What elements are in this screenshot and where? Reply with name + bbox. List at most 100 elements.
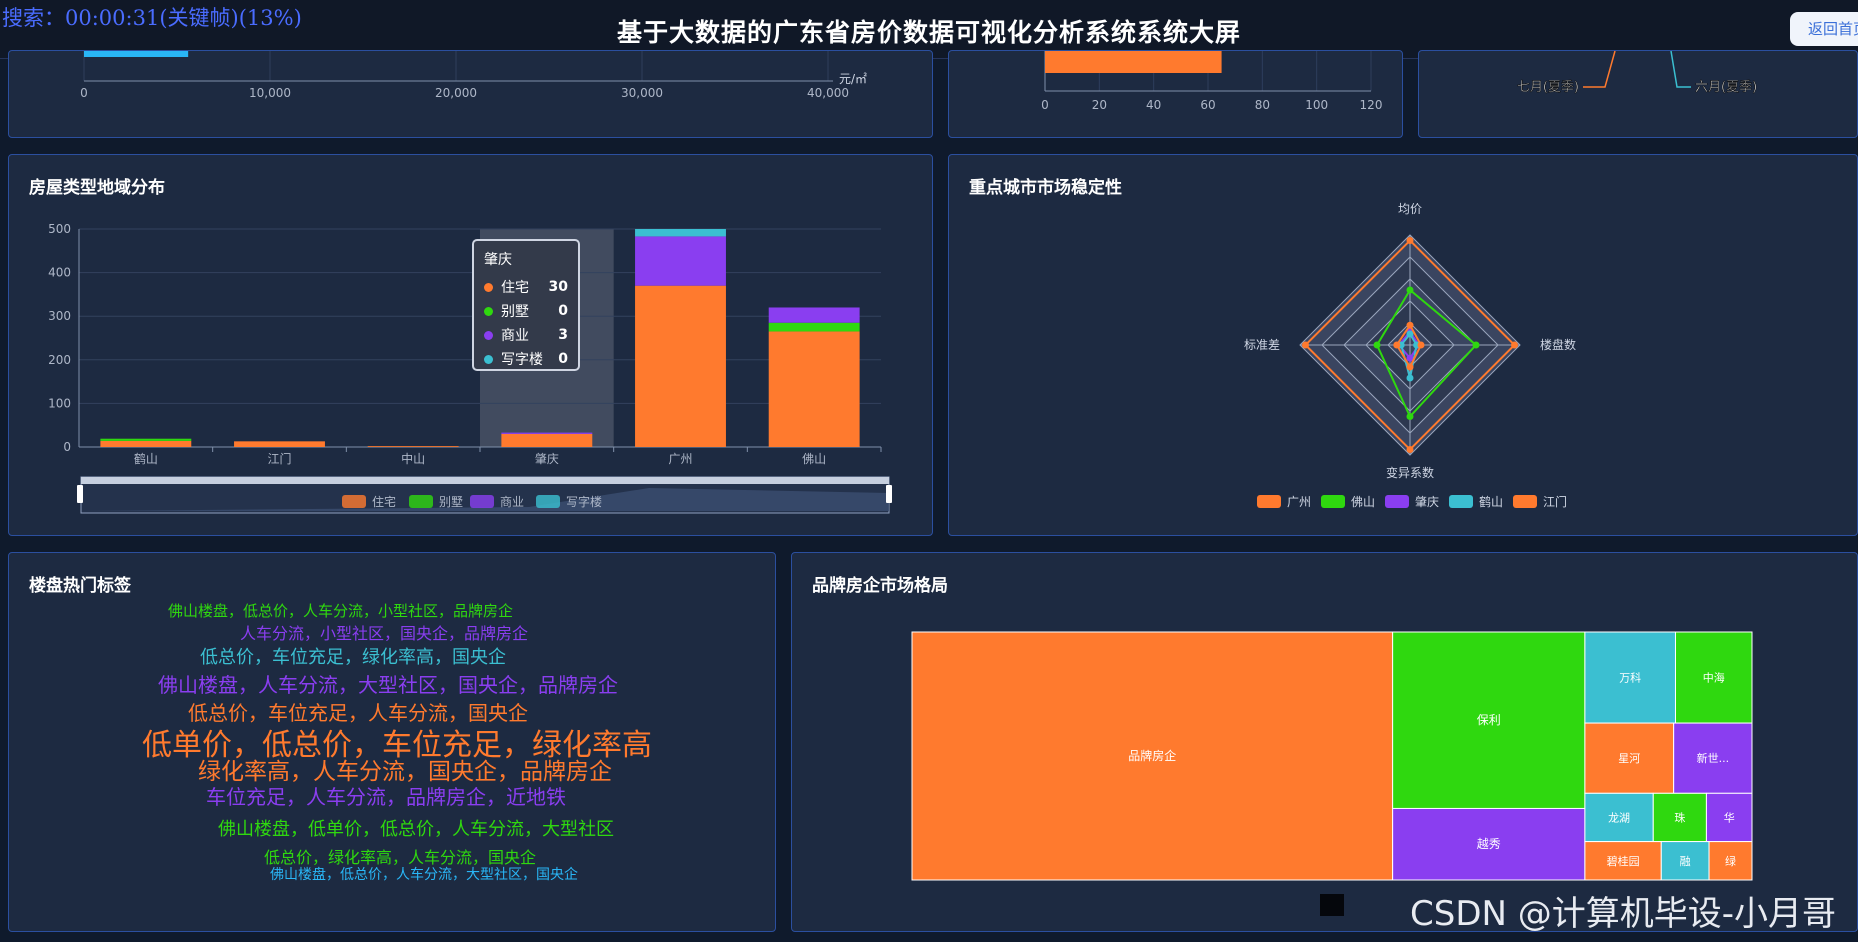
legend-swatch [409, 495, 433, 508]
x-tick-label: 120 [1360, 98, 1383, 112]
x-tick-label: 10,000 [249, 86, 291, 100]
tooltip-row-value: 0 [558, 351, 568, 367]
radar-indicator-label: 均价 [1398, 202, 1422, 216]
treemap-label: 龙湖 [1608, 811, 1630, 824]
x-tick-label: 0 [80, 86, 88, 100]
x-tick-label: 80 [1255, 98, 1270, 112]
radar-chart[interactable]: 均价楼盘数变异系数 标准差广州 佛山 肇庆 鹤山 江门 [949, 155, 1858, 536]
treemap-label: 碧桂园 [1607, 854, 1640, 868]
panel-title: 重点城市市场稳定性 [969, 178, 1122, 198]
tooltip-row: 写字楼 0 [484, 347, 568, 371]
panel-title: 房屋类型地域分布 [29, 178, 165, 198]
tooltip-row: 别墅 0 [484, 299, 568, 323]
legend-swatch [1321, 495, 1345, 508]
radar-point [1406, 321, 1414, 329]
tooltip-row-name: 别墅 [501, 304, 529, 320]
word-cloud-tag: 佛山楼盘，低单价，低总价，人车分流，大型社区 [218, 819, 614, 840]
tooltip-row: 商业 3 [484, 323, 568, 347]
stacked-bar-chart[interactable]: 0100200300400500鹤山 江门 中山 肇庆 广州 佛山住宅 别墅 商业 写字楼 [9, 155, 933, 536]
x-tick-label: 鹤山 [134, 451, 158, 466]
treemap-label: 星河 [1618, 752, 1640, 765]
radar-point [1417, 341, 1425, 349]
radar-point [1406, 413, 1414, 420]
bar-segment [635, 229, 726, 237]
legend-label: 商业 [500, 494, 524, 509]
bar-segment [635, 285, 726, 447]
tooltip-row-name: 商业 [501, 328, 529, 344]
top-mid-bar-chart: 0 20 40 60 80 100 120 [1041, 51, 1383, 112]
treemap-label: 中海 [1703, 671, 1725, 685]
legend-swatch [342, 495, 366, 508]
y-tick-label: 200 [48, 353, 71, 367]
tooltip-row-value: 30 [548, 279, 568, 295]
treemap-chart[interactable]: 品牌房企 保利越秀 万科 中海星河 新世... 龙湖 珠 华碧桂园 融 绿 [792, 553, 1858, 932]
radar-indicator-label: 楼盘数 [1540, 337, 1576, 352]
top-mid-panel: 0 20 40 60 80 100 120 [948, 50, 1403, 138]
legend-label: 别墅 [439, 495, 463, 509]
y-tick-label: 100 [48, 396, 71, 410]
legend-label: 鹤山 [1479, 494, 1503, 509]
chart-tooltip: 肇庆 住宅 30 别墅 0 商业 3 写字楼 0 [472, 239, 580, 371]
radar-point [1373, 341, 1381, 349]
legend-label: 广州 [1287, 495, 1311, 509]
word-cloud-tag: 佛山楼盘，人车分流，大型社区，国央企，品牌房企 [158, 673, 618, 697]
panel-title: 品牌房企市场格局 [812, 576, 948, 596]
radar-indicator-label: 变异系数 [1386, 465, 1434, 480]
treemap-label: 万科 [1619, 671, 1641, 685]
x-unit-label: 元/㎡ [839, 72, 867, 86]
partial-bar [1045, 51, 1222, 73]
legend-swatch [1257, 495, 1281, 508]
x-tick-label: 100 [1305, 98, 1328, 112]
treemap-label: 新世... [1697, 751, 1730, 765]
dot-icon [484, 306, 493, 316]
treemap-label: 融 [1680, 855, 1691, 868]
treemap-label: 品牌房企 [1128, 748, 1176, 763]
word-cloud-tag: 佛山楼盘，低总价，人车分流，小型社区，品牌房企 [168, 602, 514, 620]
legend-swatch [536, 495, 560, 508]
treemap-label: 绿 [1725, 854, 1736, 868]
top-left-price-chart: 0 10,000 20,000 30,000 40,000元/㎡ [80, 51, 867, 100]
legend-swatch [1513, 495, 1537, 508]
radar-point [1302, 341, 1309, 349]
x-tick-label: 30,000 [621, 86, 663, 100]
word-cloud-tag: 佛山楼盘，低总价，人车分流，大型社区，国央企 [270, 867, 578, 883]
legend-label: 肇庆 [1415, 494, 1439, 509]
back-home-button[interactable]: 返回首页 [1790, 12, 1858, 46]
x-tick-label: 肇庆 [535, 451, 559, 466]
x-tick-label: 60 [1200, 98, 1215, 112]
treemap-label: 保利 [1477, 713, 1501, 727]
treemap-label: 珠 [1674, 810, 1685, 824]
datazoom-handle-bar [81, 477, 889, 484]
legend-swatch [1385, 495, 1409, 508]
x-tick-label: 佛山 [802, 452, 826, 466]
bar-segment [501, 432, 593, 434]
label-leader-line [1670, 51, 1691, 88]
house-type-region-panel: 房屋类型地域分布 0 100 200 300 400 500 鹤山 江门 中山 肇庆 广州 佛山 住宅别… [8, 154, 933, 536]
x-tick-label: 广州 [668, 452, 692, 466]
radar-point [1472, 341, 1480, 349]
legend-label: 住宅 [372, 494, 396, 509]
bar-segment [635, 236, 726, 286]
legend-label: 佛山 [1351, 495, 1375, 509]
radar-point [1406, 286, 1414, 294]
bar-segment [367, 446, 459, 447]
word-cloud-tag: 车位充足，人车分流，品牌房企，近地铁 [206, 785, 566, 809]
season-label: 六月(夏季) [1695, 80, 1757, 95]
bar-segment [768, 331, 860, 447]
tooltip-title: 肇庆 [484, 252, 512, 268]
top-right-season-chart: 七月(夏季) 六月(夏季) [1517, 51, 1757, 95]
legend-label: 江门 [1543, 494, 1567, 509]
top-left-panel: 0 10,000 20,000 30,000 40,000 元/㎡ [8, 50, 933, 138]
x-tick-label: 40 [1146, 98, 1161, 112]
y-tick-label: 500 [48, 222, 71, 236]
y-tick-label: 400 [48, 266, 71, 280]
tooltip-row-value: 3 [558, 327, 568, 343]
datazoom-left-handle [77, 485, 83, 503]
word-cloud-tag: 人车分流，小型社区，国央企，品牌房企 [240, 624, 529, 643]
tooltip-row-name: 住宅 [501, 280, 529, 296]
x-tick-label: 江门 [267, 451, 291, 466]
dot-icon [484, 354, 493, 364]
treemap-label: 越秀 [1477, 837, 1501, 851]
dot-icon [484, 330, 493, 340]
label-leader-line [1583, 51, 1616, 88]
